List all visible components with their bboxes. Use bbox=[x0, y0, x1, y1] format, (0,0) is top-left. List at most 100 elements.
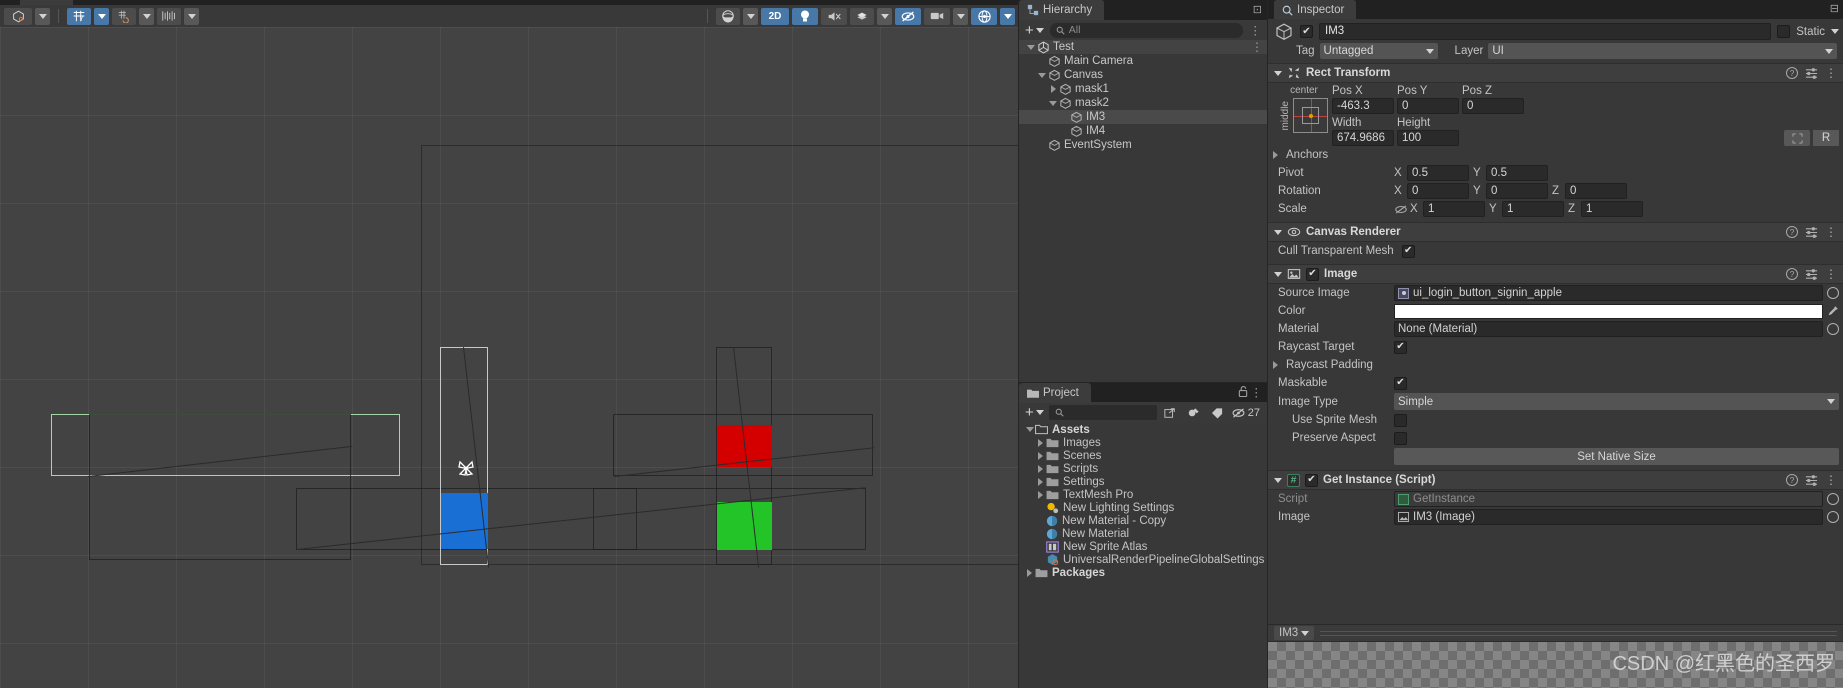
gizmos-caret[interactable] bbox=[743, 7, 758, 25]
anchors-expander-icon[interactable] bbox=[1273, 151, 1278, 159]
project-add-button[interactable]: + bbox=[1022, 405, 1047, 420]
expander[interactable] bbox=[1047, 85, 1059, 93]
project-item-universalrenderpipelineglobalsettings[interactable]: UniversalRenderPipelineGlobalSettings bbox=[1019, 553, 1268, 566]
scene-visibility-caret[interactable] bbox=[1000, 7, 1015, 25]
shading-mode-button[interactable] bbox=[4, 7, 32, 25]
scale-y-field[interactable]: 1 bbox=[1502, 201, 1564, 217]
expander[interactable] bbox=[1047, 100, 1059, 106]
component-menu-icon[interactable]: ⋮ bbox=[1825, 474, 1837, 486]
project-filter-label-button[interactable] bbox=[1207, 405, 1229, 421]
canvas-renderer-header[interactable]: Canvas Renderer ? ⋮ bbox=[1268, 222, 1843, 242]
preset-icon[interactable] bbox=[1805, 474, 1818, 487]
hierarchy-item-im3[interactable]: IM3 bbox=[1019, 110, 1268, 124]
grid-snap-toggle[interactable]: Y bbox=[67, 7, 91, 25]
inspector-tab-menu[interactable]: ⊟ bbox=[1830, 2, 1839, 15]
grid-visibility-caret[interactable] bbox=[184, 7, 199, 25]
raycast-padding-row[interactable]: Raycast Padding bbox=[1268, 356, 1843, 374]
hierarchy-options-button[interactable]: ⋮ bbox=[1246, 23, 1266, 37]
script-image-picker-icon[interactable] bbox=[1827, 511, 1839, 523]
effects-dropdown-button[interactable] bbox=[850, 7, 874, 25]
tab-inspector[interactable]: Inspector bbox=[1274, 0, 1357, 20]
width-field[interactable]: 674.9686 bbox=[1332, 130, 1394, 146]
image-enabled-checkbox[interactable] bbox=[1306, 267, 1319, 281]
help-icon[interactable]: ? bbox=[1786, 226, 1798, 238]
anchors-foldout-row[interactable]: Anchors bbox=[1268, 146, 1843, 164]
maskable-checkbox[interactable] bbox=[1394, 376, 1407, 390]
grid-snap-caret[interactable] bbox=[94, 7, 109, 25]
use-sprite-mesh-checkbox[interactable] bbox=[1394, 413, 1407, 427]
rotation-y-field[interactable]: 0 bbox=[1486, 183, 1548, 199]
cull-transparent-mesh-checkbox[interactable] bbox=[1401, 244, 1415, 258]
hierarchy-item-mask2[interactable]: mask2 bbox=[1019, 96, 1268, 110]
anchor-preset-widget[interactable] bbox=[1293, 98, 1328, 133]
expander[interactable] bbox=[1035, 490, 1046, 499]
help-icon[interactable]: ? bbox=[1786, 67, 1798, 79]
hierarchy-tree[interactable]: Test ⋮ Main Camera Canvas mask1 mask2 IM3 IM4 Ev… bbox=[1019, 40, 1268, 383]
snap-increment-caret[interactable] bbox=[139, 7, 154, 25]
source-image-picker-icon[interactable] bbox=[1827, 287, 1839, 299]
collapse-chevron-icon[interactable] bbox=[1274, 70, 1282, 76]
expander[interactable] bbox=[1035, 464, 1046, 473]
scale-x-field[interactable]: 1 bbox=[1423, 201, 1485, 217]
pos-x-field[interactable]: -463.3 bbox=[1332, 98, 1394, 114]
source-image-field[interactable]: ui_login_button_signin_apple bbox=[1394, 285, 1823, 301]
static-chevron-down-icon[interactable] bbox=[1831, 29, 1839, 34]
collapse-chevron-icon[interactable] bbox=[1274, 229, 1282, 235]
project-item-settings[interactable]: Settings bbox=[1019, 475, 1268, 488]
layer-dropdown[interactable]: UI bbox=[1488, 43, 1837, 59]
collapse-chevron-icon[interactable] bbox=[1274, 477, 1282, 483]
hierarchy-search-input[interactable]: All bbox=[1049, 22, 1243, 38]
preview-target-dropdown[interactable]: IM3 bbox=[1274, 626, 1315, 640]
project-item-new-sprite-atlas[interactable]: New Sprite Atlas bbox=[1019, 540, 1268, 553]
grid-visibility-button[interactable] bbox=[157, 7, 181, 25]
expander[interactable] bbox=[1025, 44, 1037, 50]
project-item-scenes[interactable]: Scenes bbox=[1019, 449, 1268, 462]
effects-caret[interactable] bbox=[877, 7, 892, 25]
snap-increment-button[interactable] bbox=[112, 7, 136, 25]
hierarchy-item-im4[interactable]: IM4 bbox=[1019, 124, 1268, 138]
raycast-padding-expander-icon[interactable] bbox=[1273, 361, 1278, 369]
collapse-chevron-icon[interactable] bbox=[1274, 271, 1282, 277]
project-filter-type-button[interactable] bbox=[1183, 405, 1205, 421]
component-menu-icon[interactable]: ⋮ bbox=[1825, 268, 1837, 280]
tag-dropdown[interactable]: Untagged bbox=[1319, 43, 1438, 59]
hidden-objects-toggle[interactable] bbox=[895, 7, 921, 25]
scene-viewport[interactable] bbox=[0, 27, 1019, 688]
expander[interactable] bbox=[1035, 451, 1046, 460]
project-item-packages[interactable]: Packages bbox=[1019, 566, 1268, 579]
expander[interactable] bbox=[1035, 477, 1046, 486]
constrain-proportions-icon[interactable] bbox=[1394, 204, 1408, 215]
project-open-search-button[interactable] bbox=[1159, 405, 1181, 421]
color-swatch[interactable] bbox=[1394, 303, 1823, 319]
image-type-dropdown[interactable]: Simple bbox=[1394, 393, 1839, 410]
lighting-toggle[interactable] bbox=[792, 7, 818, 25]
expander[interactable] bbox=[1036, 72, 1048, 78]
project-item-new-material[interactable]: New Material bbox=[1019, 527, 1268, 540]
height-field[interactable]: 100 bbox=[1397, 130, 1459, 146]
project-tab-menu[interactable]: ⋮ bbox=[1251, 385, 1263, 399]
pos-y-field[interactable]: 0 bbox=[1397, 98, 1459, 114]
hierarchy-item-mask1[interactable]: mask1 bbox=[1019, 82, 1268, 96]
material-picker-icon[interactable] bbox=[1827, 323, 1839, 335]
scale-z-field[interactable]: 1 bbox=[1581, 201, 1643, 217]
gameobject-name-field[interactable]: IM3 bbox=[1319, 23, 1772, 40]
preset-icon[interactable] bbox=[1805, 67, 1818, 80]
hierarchy-item-main-camera[interactable]: Main Camera bbox=[1019, 54, 1268, 68]
tab-hierarchy[interactable]: Hierarchy bbox=[1019, 0, 1105, 20]
material-field[interactable]: None (Material) bbox=[1394, 321, 1823, 337]
project-item-assets[interactable]: Assets bbox=[1019, 423, 1268, 436]
component-menu-icon[interactable]: ⋮ bbox=[1825, 67, 1837, 79]
project-item-scripts[interactable]: Scripts bbox=[1019, 462, 1268, 475]
hierarchy-row-menu-icon[interactable]: ⋮ bbox=[1251, 41, 1263, 53]
pos-z-field[interactable]: 0 bbox=[1462, 98, 1524, 114]
project-item-new-material-copy[interactable]: New Material - Copy bbox=[1019, 514, 1268, 527]
rotation-z-field[interactable]: 0 bbox=[1565, 183, 1627, 199]
camera-caret[interactable] bbox=[953, 7, 968, 25]
pivot-x-field[interactable]: 0.5 bbox=[1407, 165, 1469, 181]
raycast-target-checkbox[interactable] bbox=[1394, 340, 1407, 354]
help-icon[interactable]: ? bbox=[1786, 474, 1798, 486]
camera-settings-button[interactable] bbox=[924, 7, 950, 25]
rotation-x-field[interactable]: 0 bbox=[1407, 183, 1469, 199]
project-item-images[interactable]: Images bbox=[1019, 436, 1268, 449]
project-lock-icon[interactable] bbox=[1238, 386, 1248, 400]
